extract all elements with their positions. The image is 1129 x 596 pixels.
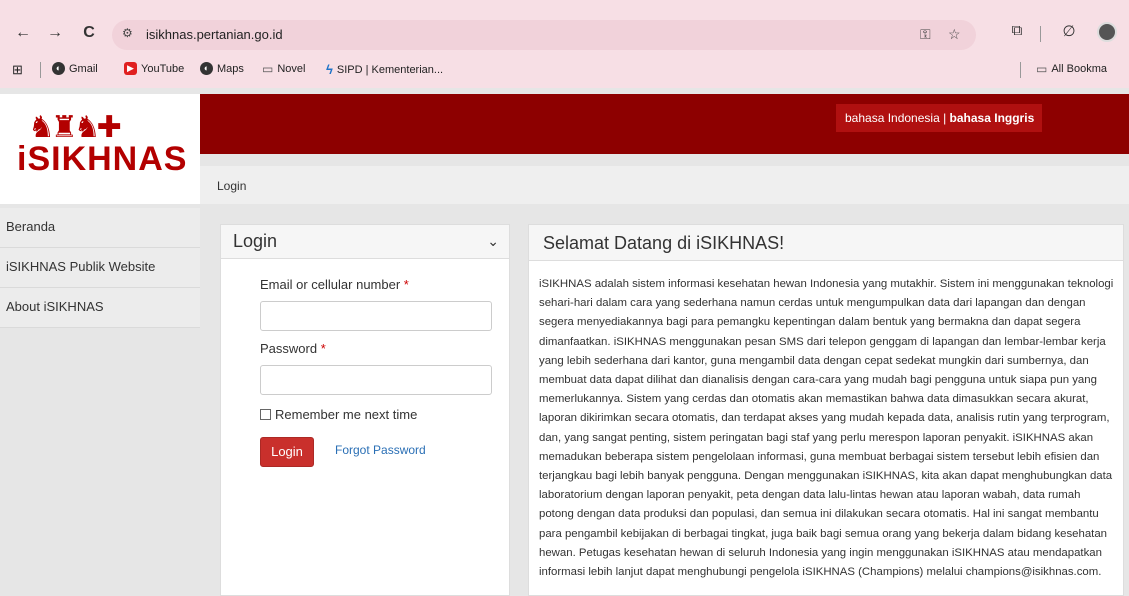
welcome-panel: Selamat Datang di iSIKHNAS! iSIKHNAS ada…: [528, 224, 1124, 596]
bookmark-label: YouTube: [141, 62, 185, 75]
site-info-icon[interactable]: ⚙: [122, 26, 133, 40]
address-bar-row: ← → C ⚙ isikhnas.pertanian.go.id ⚿ ☆ ⧉ ∅: [0, 18, 1129, 50]
required-mark: *: [403, 277, 409, 292]
lang-english-link[interactable]: bahasa Inggris: [950, 111, 1035, 125]
bookmark-youtube[interactable]: ▶ YouTube: [124, 62, 184, 75]
bookmark-sipd[interactable]: ϟ SIPD | Kementerian...: [326, 62, 443, 77]
globe-icon: ◐: [52, 62, 65, 75]
extensions-icon[interactable]: ⧉: [1006, 22, 1028, 39]
logo-text: iSIKHNAS: [17, 140, 188, 178]
apps-icon[interactable]: ⊞: [12, 62, 23, 78]
all-bookmarks-label: All Bookma: [1051, 63, 1107, 75]
key-icon[interactable]: ⚿: [920, 26, 931, 43]
bookmark-label: SIPD | Kementerian...: [336, 63, 444, 76]
browser-chrome: ← → C ⚙ isikhnas.pertanian.go.id ⚿ ☆ ⧉ ∅…: [0, 0, 1129, 88]
lang-separator: |: [939, 111, 950, 125]
forgot-password-link[interactable]: Forgot Password: [335, 443, 426, 457]
welcome-text: iSIKHNAS adalah sistem informasi kesehat…: [539, 278, 1114, 579]
login-button[interactable]: Login: [260, 437, 314, 467]
sidebar-item-about[interactable]: About iSIKHNAS: [0, 288, 200, 328]
breadcrumb-item: Login: [217, 179, 247, 193]
welcome-title: Selamat Datang di iSIKHNAS!: [543, 233, 785, 253]
password-label-text: Password: [260, 341, 318, 356]
bookmark-label: Novel: [277, 63, 306, 75]
bookmark-label: Gmail: [69, 62, 98, 75]
sidebar-item-publik-website[interactable]: iSIKHNAS Publik Website: [0, 248, 200, 288]
url-text[interactable]: isikhnas.pertanian.go.id: [146, 27, 283, 42]
bookmark-maps[interactable]: ◐ Maps: [200, 62, 244, 75]
email-label-text: Email or cellular number: [260, 277, 401, 292]
back-icon[interactable]: ←: [12, 22, 34, 44]
all-bookmarks[interactable]: ▭ All Bookma: [1036, 62, 1107, 76]
sidebar: Beranda iSIKHNAS Publik Website About iS…: [0, 208, 200, 328]
address-bar[interactable]: ⚙ isikhnas.pertanian.go.id ⚿ ☆: [112, 20, 976, 50]
email-label: Email or cellular number *: [260, 277, 409, 292]
reload-icon[interactable]: C: [78, 22, 100, 44]
toolbar-divider: [1040, 26, 1041, 42]
header-banner: bahasa Indonesia | bahasa Inggris: [200, 94, 1129, 154]
globe-icon: ◐: [200, 62, 213, 75]
password-field[interactable]: [260, 365, 492, 395]
welcome-header: Selamat Datang di iSIKHNAS!: [529, 225, 1123, 261]
login-title: Login: [233, 231, 278, 251]
lang-indonesia-link[interactable]: bahasa Indonesia: [845, 111, 940, 125]
bookmark-divider: [40, 62, 41, 78]
bookmark-label: Maps: [217, 62, 244, 75]
bookmarks-bar: ⊞ ◐ Gmail ▶ YouTube ◐ Maps ▭ Novel ϟ SIP…: [0, 58, 1129, 82]
page: ♞♜♞✚ iSIKHNAS bahasa Indonesia | bahasa …: [0, 88, 1129, 596]
folder-icon: ▭: [1036, 62, 1048, 76]
youtube-icon: ▶: [124, 62, 137, 75]
profile-avatar[interactable]: [1097, 22, 1117, 42]
language-switcher: bahasa Indonesia | bahasa Inggris: [836, 104, 1042, 132]
remember-checkbox[interactable]: [260, 409, 271, 420]
required-mark: *: [320, 341, 326, 356]
bookmark-novel[interactable]: ▭ Novel: [262, 62, 305, 76]
bookmark-divider: [1020, 62, 1021, 78]
forward-icon[interactable]: →: [44, 22, 66, 44]
remember-me[interactable]: Remember me next time: [260, 407, 417, 422]
login-panel-header[interactable]: Login ⌄: [221, 225, 509, 259]
bookmark-gmail[interactable]: ◐ Gmail: [52, 62, 98, 75]
star-icon[interactable]: ☆: [948, 26, 961, 43]
remember-label: Remember me next time: [275, 407, 418, 422]
logo[interactable]: ♞♜♞✚ iSIKHNAS: [0, 94, 200, 204]
login-panel: Login ⌄ Email or cellular number * Passw…: [220, 224, 510, 596]
email-field[interactable]: [260, 301, 492, 331]
password-label: Password *: [260, 341, 326, 356]
sidebar-item-beranda[interactable]: Beranda: [0, 208, 200, 248]
chevron-down-icon[interactable]: ⌄: [487, 233, 499, 250]
folder-icon: ▭: [262, 62, 274, 76]
sipd-icon: ϟ: [326, 62, 333, 77]
extension-icon[interactable]: ∅: [1058, 22, 1080, 40]
breadcrumb: Login: [200, 166, 1129, 204]
